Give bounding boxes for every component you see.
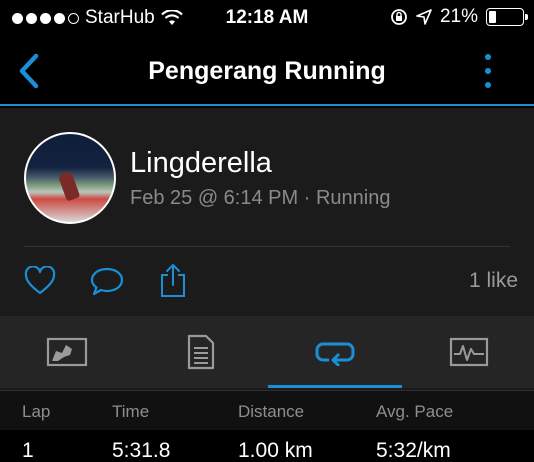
lap-time: 5:31.8 xyxy=(112,439,171,462)
lap-distance: 1.00 km xyxy=(238,439,313,462)
battery-level xyxy=(489,11,496,23)
battery-percent: 21% xyxy=(439,6,478,27)
lap-avg-pace: 5:32/km xyxy=(376,439,451,462)
activity-info: Lingderella Feb 25 @ 6:14 PM · Running xyxy=(130,145,390,211)
comment-icon xyxy=(90,267,124,296)
status-bar: StarHub 12:18 AM 21% xyxy=(0,0,534,36)
activity-header: Lingderella Feb 25 @ 6:14 PM · Running xyxy=(24,132,390,224)
laps-icon xyxy=(315,342,355,366)
vertical-dots-icon xyxy=(485,54,491,60)
tab-charts[interactable] xyxy=(402,316,534,388)
lap-number: 1 xyxy=(22,439,34,462)
activity-content: Lingderella Feb 25 @ 6:14 PM · Running 1… xyxy=(0,108,534,462)
activity-tabs xyxy=(0,316,534,388)
share-icon xyxy=(161,264,185,297)
more-options-button[interactable] xyxy=(478,52,498,90)
share-button[interactable] xyxy=(158,262,192,297)
like-count[interactable]: 1 like xyxy=(469,269,518,293)
tab-map[interactable] xyxy=(0,316,134,388)
battery-icon xyxy=(486,8,528,26)
status-right: 21% xyxy=(390,6,528,28)
heart-icon xyxy=(24,265,56,295)
page-title: Pengerang Running xyxy=(148,57,386,85)
header-lap: Lap xyxy=(22,402,51,421)
comment-button[interactable] xyxy=(90,266,124,298)
header-distance: Distance xyxy=(238,402,305,421)
laps-table-header: Lap Time Distance Avg. Pace xyxy=(0,390,534,430)
document-icon xyxy=(187,334,215,370)
rotation-lock-icon xyxy=(391,9,407,25)
like-button[interactable] xyxy=(24,265,58,298)
header-avg-pace: Avg. Pace xyxy=(376,402,454,421)
social-actions: 1 like xyxy=(0,246,534,316)
tab-laps[interactable] xyxy=(268,316,402,388)
avatar[interactable] xyxy=(24,132,116,224)
map-icon xyxy=(46,337,88,367)
location-icon xyxy=(416,9,432,25)
activity-meta: Feb 25 @ 6:14 PM · Running xyxy=(130,187,391,209)
user-name[interactable]: Lingderella xyxy=(130,145,390,181)
table-row[interactable]: 1 5:31.8 1.00 km 5:32/km xyxy=(0,430,534,462)
tab-details[interactable] xyxy=(134,316,268,388)
heart-rate-chart-icon xyxy=(449,337,489,367)
header-time: Time xyxy=(112,402,150,421)
nav-bar: Pengerang Running xyxy=(0,36,534,106)
